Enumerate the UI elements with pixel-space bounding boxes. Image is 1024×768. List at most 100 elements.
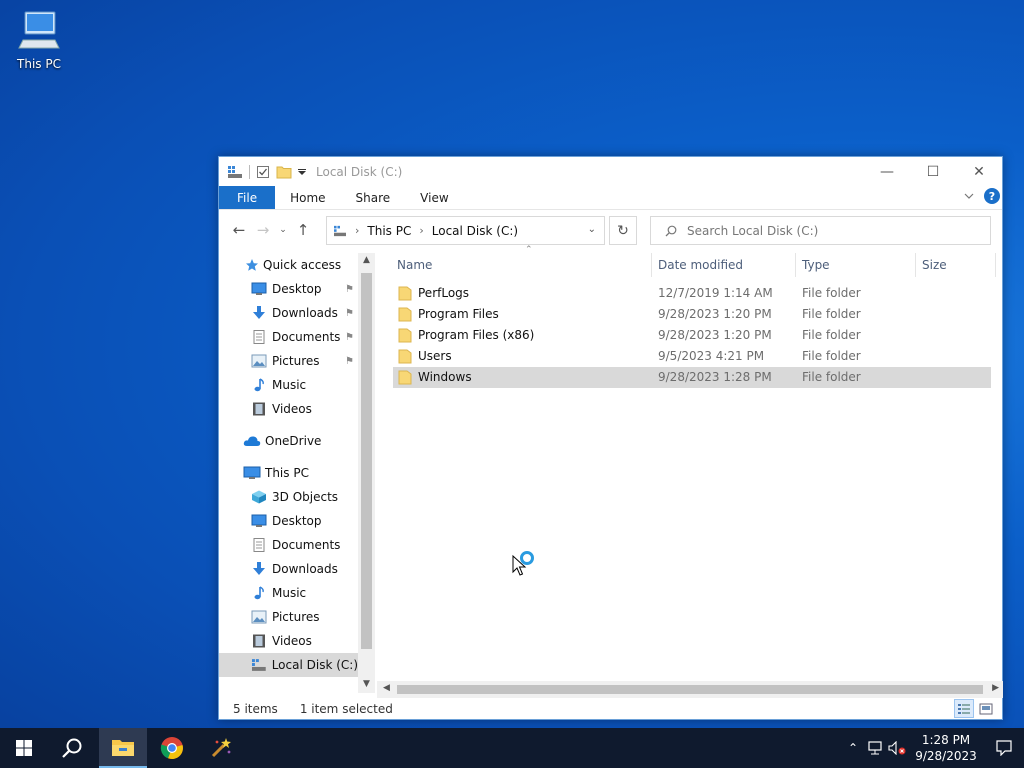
new-folder-icon[interactable] [276,165,292,179]
refresh-icon: ↻ [617,222,629,239]
column-divider[interactable] [651,253,652,277]
forward-arrow-icon[interactable]: → [251,221,275,239]
breadcrumb-this-pc[interactable]: This PC [367,224,411,238]
minimize-button[interactable]: — [864,157,910,186]
maximize-button[interactable]: ☐ [910,157,956,186]
tab-view[interactable]: View [405,186,463,209]
nav-item-pictures-pinned[interactable]: Pictures ⚑ [219,349,358,373]
properties-icon[interactable] [256,165,270,179]
nav-item-this-pc[interactable]: This PC [219,461,358,485]
column-header-date-modified[interactable]: Date modified [658,253,794,277]
nav-item-videos-quick[interactable]: Videos [219,397,358,421]
column-header-label: Size [922,258,947,272]
download-icon [253,306,265,319]
details-view-button[interactable] [954,699,974,718]
address-bar[interactable]: › This PC › Local Disk (C:) ⌄ [326,216,605,245]
taskbar-app-wand[interactable] [197,728,245,768]
tab-file[interactable]: File [219,186,276,209]
nav-item-quick-access[interactable]: Quick access [219,253,358,277]
scroll-right-arrow-icon[interactable]: ▶ [992,683,999,693]
column-divider[interactable] [995,253,996,277]
nav-item-3d-objects[interactable]: 3D Objects [219,485,358,509]
nav-item-documents-pinned[interactable]: Documents ⚑ [219,325,358,349]
file-row-windows[interactable]: Windows 9/28/2023 1:28 PM File folder [393,367,991,388]
ribbon-right-controls: ? [964,188,1000,204]
window-title: Local Disk (C:) [316,164,403,179]
computer-icon [18,11,60,49]
details-view-icon [958,703,970,714]
large-icons-view-button[interactable] [976,699,996,718]
desktop-this-pc-shortcut[interactable]: This PC [10,8,68,71]
customize-toolbar-chevron-icon[interactable] [298,168,306,176]
column-divider[interactable] [795,253,796,277]
folder-icon [398,328,412,343]
address-dropdown-chevron-icon[interactable]: ⌄ [588,224,596,235]
column-header-size[interactable]: Size [922,253,992,277]
tab-home[interactable]: Home [275,186,340,209]
nav-item-videos[interactable]: Videos [219,629,358,653]
volume-muted-icon[interactable] [886,741,908,755]
file-date: 12/7/2019 1:14 AM [658,286,773,300]
scroll-down-arrow-icon[interactable]: ▼ [358,679,375,689]
action-center-button[interactable] [984,740,1024,756]
tab-share[interactable]: Share [341,186,406,209]
nav-item-label: OneDrive [265,434,322,448]
help-icon[interactable]: ? [984,188,1000,204]
search-box[interactable] [650,216,991,245]
file-list: Name ⌃ Date modified Type Size PerfLogs … [389,245,1002,683]
start-button[interactable] [0,728,48,768]
column-header-type[interactable]: Type [802,253,912,277]
file-row-users[interactable]: Users 9/5/2023 4:21 PM File folder [393,346,991,367]
recent-locations-chevron-icon[interactable]: ⌄ [275,225,291,235]
horizontal-scrollbar[interactable]: ◀ ▶ [377,681,1003,698]
nav-item-downloads-pinned[interactable]: Downloads ⚑ [219,301,358,325]
file-row-program-files-x86[interactable]: Program Files (x86) 9/28/2023 1:20 PM Fi… [393,325,991,346]
network-icon[interactable] [864,741,886,755]
column-header-name[interactable]: Name ⌃ [397,245,647,277]
column-header-label: Type [802,258,830,272]
search-icon [665,225,677,236]
breadcrumb-separator-icon[interactable]: › [419,224,423,237]
nav-item-downloads[interactable]: Downloads [219,557,358,581]
navigation-pane: Quick access Desktop ⚑ Downloads ⚑ Docum… [219,253,376,693]
file-row-perflogs[interactable]: PerfLogs 12/7/2019 1:14 AM File folder [393,283,991,304]
column-divider[interactable] [915,253,916,277]
file-row-program-files[interactable]: Program Files 9/28/2023 1:20 PM File fol… [393,304,991,325]
close-button[interactable]: ✕ [956,157,1002,186]
scroll-up-arrow-icon[interactable]: ▲ [358,255,375,265]
cube-icon [252,490,266,504]
breadcrumb-local-disk[interactable]: Local Disk (C:) [432,224,518,238]
nav-item-label: Music [272,586,307,600]
clock[interactable]: 1:28 PM 9/28/2023 [908,732,984,764]
nav-item-music-quick[interactable]: Music [219,373,358,397]
nav-item-desktop-pinned[interactable]: Desktop ⚑ [219,277,358,301]
scrollbar-thumb[interactable] [361,273,372,649]
breadcrumb-separator-icon[interactable]: › [355,224,359,237]
navigation-pane-scrollbar[interactable]: ▲ ▼ [358,253,375,693]
nav-item-local-disk[interactable]: Local Disk (C:) [219,653,358,677]
drive-icon [251,659,266,671]
taskbar-file-explorer[interactable] [99,728,147,768]
back-arrow-icon[interactable]: ← [227,221,251,239]
notification-icon [996,740,1012,756]
title-bar[interactable]: Local Disk (C:) — ☐ ✕ [219,157,1002,186]
search-button[interactable] [48,728,96,768]
file-date: 9/28/2023 1:28 PM [658,370,772,384]
scroll-left-arrow-icon[interactable]: ◀ [383,683,390,693]
scrollbar-thumb[interactable] [397,685,983,694]
up-arrow-icon[interactable]: ↑ [291,221,315,239]
nav-item-music[interactable]: Music [219,581,358,605]
nav-item-desktop[interactable]: Desktop [219,509,358,533]
nav-item-onedrive[interactable]: OneDrive [219,429,358,453]
expand-ribbon-chevron-icon[interactable] [964,192,974,200]
toolbar-separator [249,164,250,179]
file-date: 9/5/2023 4:21 PM [658,349,765,363]
nav-item-pictures[interactable]: Pictures [219,605,358,629]
search-input[interactable] [687,223,967,238]
taskbar-chrome[interactable] [148,728,196,768]
refresh-button[interactable]: ↻ [609,216,637,245]
show-hidden-icons-chevron-icon[interactable]: ⌃ [842,741,864,755]
nav-item-label: Quick access [263,258,342,272]
nav-item-documents[interactable]: Documents [219,533,358,557]
selection-count: 1 item selected [299,702,393,716]
